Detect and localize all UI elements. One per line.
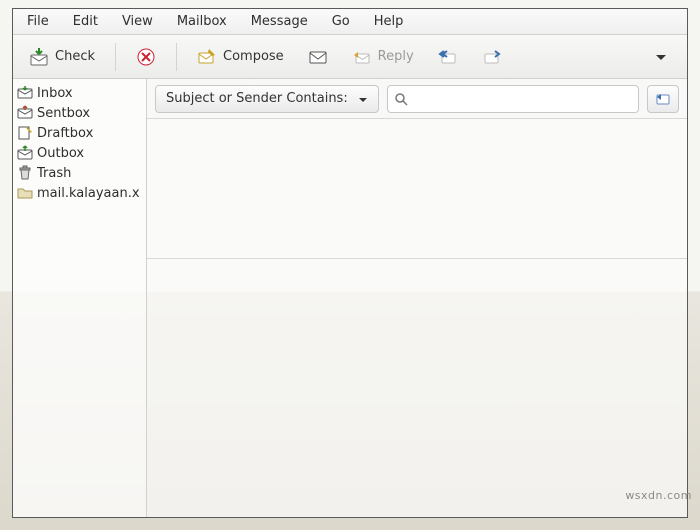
folder-label: mail.kalayaan.x	[37, 186, 140, 201]
trash-icon	[17, 165, 33, 181]
filter-combo-label: Subject or Sender Contains:	[166, 91, 348, 106]
menu-bar: File Edit View Mailbox Message Go Help	[13, 9, 687, 35]
menu-file[interactable]: File	[15, 9, 61, 34]
toolbar: Check Compose Reply	[13, 35, 687, 79]
menu-message-label: Message	[251, 14, 308, 29]
chevron-down-icon	[358, 94, 368, 104]
reply-panel-button[interactable]	[647, 85, 679, 113]
outbox-icon	[17, 145, 33, 161]
search-input[interactable]	[414, 90, 632, 107]
menu-message[interactable]: Message	[239, 9, 320, 34]
folder-sidebar: Inbox Sentbox Draftbox Outbox Trash mail…	[13, 79, 147, 517]
inbox-icon	[17, 85, 33, 101]
menu-go-label: Go	[332, 14, 350, 29]
menu-view-label: View	[122, 14, 153, 29]
toolbar-menu-button[interactable]	[641, 43, 681, 71]
menu-file-label: File	[27, 14, 49, 29]
menu-mailbox-label: Mailbox	[177, 14, 227, 29]
folder-label: Outbox	[37, 146, 84, 161]
chevron-down-icon	[651, 47, 671, 67]
read-button[interactable]	[298, 43, 338, 71]
menu-edit-label: Edit	[73, 14, 98, 29]
envelope-icon	[308, 47, 328, 67]
menu-edit[interactable]: Edit	[61, 9, 110, 34]
reply-label: Reply	[378, 49, 414, 64]
watermark-text: wsxdn.com	[625, 489, 692, 502]
main-pane: Subject or Sender Contains:	[147, 79, 687, 517]
check-button[interactable]: Check	[19, 43, 105, 71]
folder-outbox[interactable]: Outbox	[15, 143, 144, 163]
forward-icon	[482, 47, 502, 67]
folder-label: Inbox	[37, 86, 73, 101]
forward-button[interactable]	[472, 43, 512, 71]
toolbar-separator	[176, 43, 177, 71]
menu-help[interactable]: Help	[362, 9, 416, 34]
compose-button[interactable]: Compose	[187, 43, 294, 71]
message-preview-pane	[147, 259, 687, 517]
folder-account[interactable]: mail.kalayaan.x	[15, 183, 144, 203]
reply-all-icon	[438, 47, 458, 67]
menu-help-label: Help	[374, 14, 404, 29]
draftbox-icon	[17, 125, 33, 141]
folder-inbox[interactable]: Inbox	[15, 83, 144, 103]
folder-sentbox[interactable]: Sentbox	[15, 103, 144, 123]
menu-mailbox[interactable]: Mailbox	[165, 9, 239, 34]
cancel-button[interactable]	[126, 43, 166, 71]
folder-label: Trash	[37, 166, 71, 181]
folder-icon	[17, 185, 33, 201]
app-window: File Edit View Mailbox Message Go Help C…	[12, 8, 688, 518]
toolbar-separator	[115, 43, 116, 71]
search-icon	[394, 92, 408, 106]
folder-trash[interactable]: Trash	[15, 163, 144, 183]
cancel-icon	[136, 47, 156, 67]
menu-view[interactable]: View	[110, 9, 165, 34]
filter-bar: Subject or Sender Contains:	[147, 79, 687, 119]
reply-all-button[interactable]	[428, 43, 468, 71]
sentbox-icon	[17, 105, 33, 121]
reply-icon	[352, 47, 372, 67]
download-mail-icon	[29, 47, 49, 67]
compose-icon	[197, 47, 217, 67]
search-box[interactable]	[387, 85, 639, 113]
message-list-pane[interactable]	[147, 119, 687, 259]
folder-label: Sentbox	[37, 106, 90, 121]
reply-button[interactable]: Reply	[342, 43, 424, 71]
folder-label: Draftbox	[37, 126, 93, 141]
filter-combo[interactable]: Subject or Sender Contains:	[155, 85, 379, 113]
check-label: Check	[55, 49, 95, 64]
folder-draftbox[interactable]: Draftbox	[15, 123, 144, 143]
compose-label: Compose	[223, 49, 284, 64]
body-split: Inbox Sentbox Draftbox Outbox Trash mail…	[13, 79, 687, 517]
menu-go[interactable]: Go	[320, 9, 362, 34]
reply-arrow-icon	[654, 90, 672, 108]
